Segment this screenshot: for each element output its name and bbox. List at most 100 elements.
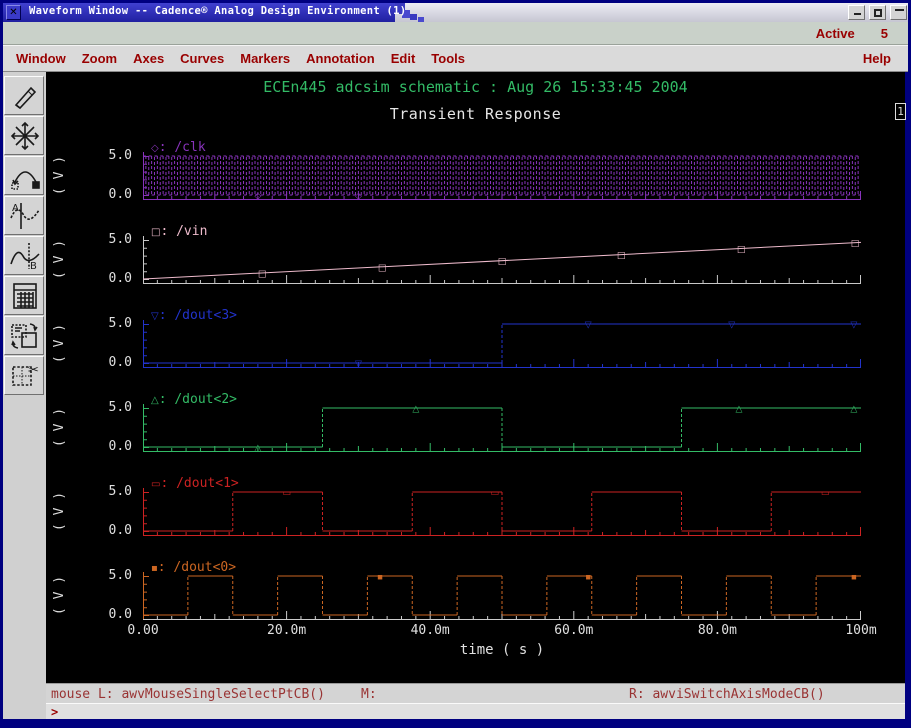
menu-item-axes[interactable]: Axes — [132, 49, 165, 68]
curve-marker-icon: ◇ — [254, 192, 261, 202]
y-tick-label-top: 5.0 — [86, 569, 132, 583]
mouse-right-binding: R: awviSwitchAxisModeCB() — [629, 687, 825, 702]
curve-marker-icon: □ — [737, 245, 746, 255]
curve-marker-icon: △ — [850, 405, 857, 415]
menu-item-zoom[interactable]: Zoom — [81, 49, 118, 68]
y-axis-unit-label: ( V ) — [52, 490, 68, 532]
curve-marker-icon: □ — [258, 269, 267, 279]
curve-marker-icon: ▪ — [851, 573, 857, 583]
scissors-crop-icon: ✂ — [8, 360, 42, 392]
menu-item-markers[interactable]: Markers — [239, 49, 291, 68]
maximize-button[interactable] — [869, 5, 886, 20]
command-prompt-line[interactable]: > — [46, 703, 905, 719]
y-tick-label-top: 5.0 — [86, 401, 132, 415]
pan-trace-tool-button[interactable] — [4, 156, 44, 195]
y-axis-unit-text: ( V ) — [53, 407, 68, 446]
marker-a-tool-button[interactable]: A — [4, 196, 44, 235]
y-axis-unit-text: ( V ) — [53, 239, 68, 278]
curve-marker-icon: □ — [378, 263, 387, 273]
y-axis-unit-text: ( V ) — [53, 491, 68, 530]
prompt-symbol: > — [51, 705, 58, 719]
curve-marker-icon: □ — [498, 257, 507, 267]
y-axis-unit-text: ( V ) — [53, 323, 68, 362]
marker-a-icon: A — [8, 200, 42, 232]
shade-button[interactable] — [890, 5, 907, 20]
x-tick-label: 40.0m — [390, 623, 470, 638]
waveform-plot-vin[interactable]: □ □ □ □ □ □ — [143, 233, 861, 287]
calculator-icon — [8, 280, 42, 312]
curve-marker-icon: ▭ — [491, 489, 500, 499]
curve-marker-icon: △ — [254, 444, 261, 454]
waveform-plot-dout2[interactable]: △△△△ — [143, 401, 861, 455]
minimize-button[interactable] — [848, 5, 865, 20]
left-toolbar: A B — [3, 72, 46, 719]
y-tick-label-bottom: 0.0 — [86, 440, 132, 454]
curve-marker-icon: ▪ — [585, 573, 591, 583]
y-tick-label-top: 5.0 — [86, 317, 132, 331]
y-axis-unit-label: ( V ) — [52, 406, 68, 448]
calculator-tool-button[interactable] — [4, 276, 44, 315]
waveform-panels: ( V )5.00.0◇: /clk◇◇( V )5.00.0□: /vin□□… — [46, 72, 905, 683]
marker-b-tool-button[interactable]: B — [4, 236, 44, 275]
pen-icon — [8, 80, 42, 112]
curve-marker-icon: □ — [617, 251, 626, 261]
waveform-plot-dout1[interactable]: ▭▭▭ — [143, 485, 861, 539]
y-axis-unit-label: ( V ) — [52, 154, 68, 196]
pan-curve-icon — [8, 160, 42, 192]
marker-b-icon: B — [8, 240, 42, 272]
svg-text:A: A — [12, 203, 19, 214]
mouse-left-binding: mouse L: awvMouseSingleSelectPtCB() — [51, 687, 325, 702]
y-axis-unit-label: ( V ) — [52, 322, 68, 364]
x-tick-label: 80.0m — [677, 623, 757, 638]
waveform-plot-clk[interactable]: ◇◇ — [143, 149, 861, 203]
menu-item-curves[interactable]: Curves — [179, 49, 225, 68]
y-axis-unit-label: ( V ) — [52, 574, 68, 616]
x-tick-label: 100m — [821, 623, 901, 638]
menu-item-window[interactable]: Window — [15, 49, 67, 68]
active-count: 5 — [881, 26, 888, 41]
copy-window-tool-button[interactable] — [4, 316, 44, 355]
direction-arrows-icon — [8, 120, 42, 152]
menu-bar: Window Zoom Axes Curves Markers Annotation Edi… — [3, 45, 908, 72]
waveform-plot-dout0[interactable]: ▪ ▪ ▪ — [143, 569, 861, 623]
pen-tool-button[interactable] — [4, 76, 44, 115]
menu-item-annotation[interactable]: Annotation — [305, 49, 376, 68]
curve-marker-icon: □ — [851, 239, 860, 249]
x-axis-title: time ( s ) — [442, 642, 562, 658]
x-tick-label: 60.0m — [534, 623, 614, 638]
y-tick-label-bottom: 0.0 — [86, 272, 132, 286]
y-tick-label-bottom: 0.0 — [86, 608, 132, 622]
waveform-plot-dout3[interactable]: ▽▽▽▽ — [143, 317, 861, 371]
svg-text:B: B — [30, 261, 37, 272]
window-menu-icon[interactable]: ✕ — [6, 5, 21, 20]
menu-items: Window Zoom Axes Curves Markers Annotation Edi… — [15, 49, 480, 68]
menu-item-edit[interactable]: Edit — [390, 49, 417, 68]
y-tick-label-top: 5.0 — [86, 233, 132, 247]
waveform-window: ✕ Waveform Window -- Cadence® Analog Des… — [0, 0, 911, 728]
x-axis-tick-labels: 0.0020.0m40.0m60.0m80.0m100m — [46, 623, 905, 639]
active-bar: Active 5 — [3, 22, 908, 45]
zoom-directions-tool-button[interactable] — [4, 116, 44, 155]
mouse-middle-binding: M: — [361, 687, 377, 702]
window-title: Waveform Window -- Cadence® Analog Desig… — [29, 5, 406, 17]
svg-text:✂: ✂ — [28, 363, 39, 378]
y-tick-label-top: 5.0 — [86, 485, 132, 499]
active-label: Active — [816, 26, 855, 41]
y-tick-label-bottom: 0.0 — [86, 188, 132, 202]
titlebar[interactable]: ✕ Waveform Window -- Cadence® Analog Des… — [3, 3, 908, 22]
curve-marker-icon: ▽ — [850, 321, 857, 331]
y-axis-unit-text: ( V ) — [53, 155, 68, 194]
y-axis-unit-text: ( V ) — [53, 575, 68, 614]
plot-area[interactable]: ECEn445 adcsim schematic : Aug 26 15:33:… — [46, 72, 905, 683]
curve-marker-icon: ▭ — [821, 489, 830, 499]
copy-window-icon — [8, 320, 42, 352]
y-axis-unit-label: ( V ) — [52, 238, 68, 280]
x-tick-label: 20.0m — [247, 623, 327, 638]
y-tick-label-top: 5.0 — [86, 149, 132, 163]
curve-marker-icon: ▪ — [377, 573, 383, 583]
y-tick-label-bottom: 0.0 — [86, 356, 132, 370]
curve-marker-icon: △ — [735, 405, 742, 415]
menu-item-tools[interactable]: Tools — [430, 49, 466, 68]
menu-item-help[interactable]: Help — [862, 49, 892, 68]
crop-tool-button[interactable]: ✂ — [4, 356, 44, 395]
